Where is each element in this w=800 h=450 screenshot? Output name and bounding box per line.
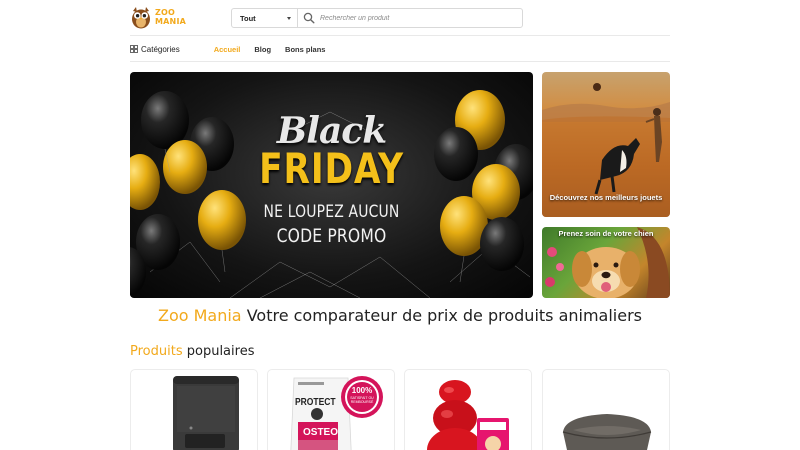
chevron-down-icon [287,16,291,20]
black-friday-banner[interactable]: Black FRIDAY NE LOUPEZ AUCUN CODE PROMO [130,72,533,298]
search-bar: Tout [231,8,523,28]
logo-line-1: ZOO [155,8,176,17]
logo[interactable]: ZOO MANIA [130,5,186,29]
pet-bed-image [562,414,652,450]
headline-text: Votre comparateur de prix de produits an… [246,306,643,325]
headline-brand: Zoo Mania [157,306,242,325]
side-card-toys-caption: Découvrez nos meilleurs jouets [549,193,663,202]
banner-friday-text: FRIDAY [259,144,404,193]
search-category-select[interactable]: Tout [232,9,298,27]
side-card-toys[interactable]: Découvrez nos meilleurs jouets [542,72,670,217]
product-card[interactable] [130,369,258,450]
main-nav: Catégories Accueil Blog Bons plans [130,41,670,57]
search-icon[interactable] [303,12,315,24]
badge-subtext: SATISFAIT OU REMBOURSÉ [350,396,374,404]
nav-link-blog[interactable]: Blog [254,45,271,54]
nav-link-accueil[interactable]: Accueil [214,45,241,54]
search-input[interactable] [320,14,520,22]
nav-divider [130,61,670,62]
owl-logo-icon [132,7,150,29]
bag-label: OSTEO [303,427,339,438]
categories-label: Catégories [141,44,180,54]
grid-icon [130,45,138,53]
categories-button[interactable]: Catégories [130,45,180,54]
product-card[interactable]: 100% SATISFAIT OU REMBOURSÉ PROTECT OSTE… [267,369,395,450]
side-card-dog-care[interactable]: Prenez soin de votre chien [542,227,670,298]
automatic-feeder-image [173,376,239,450]
search-category-value: Tout [240,13,256,23]
site-header: ZOO MANIA Tout [130,0,670,36]
logo-text: ZOO MANIA [155,8,186,26]
product-card[interactable] [542,369,670,450]
banner-subtitle-2: CODE PROMO [276,225,387,247]
section-title-accent: Produits [130,344,183,359]
kong-classic-toy-image [427,380,509,450]
side-card-dog-care-caption: Prenez soin de votre chien [558,229,654,238]
banner-subtitle-1: NE LOUPEZ AUCUN [263,202,400,222]
nav-link-bons-plans[interactable]: Bons plans [285,45,325,54]
badge-percent: 100% [351,386,373,395]
logo-line-2: MANIA [155,17,187,26]
header-divider [130,35,670,36]
section-title-rest: populaires [186,344,255,359]
osteo-protect-food-bag-image [290,376,383,450]
popular-products-title: Produits populaires [130,344,254,359]
product-card[interactable] [404,369,532,450]
page-headline: Zoo Mania Votre comparateur de prix de p… [0,306,800,325]
bag-title: PROTECT [295,397,336,408]
